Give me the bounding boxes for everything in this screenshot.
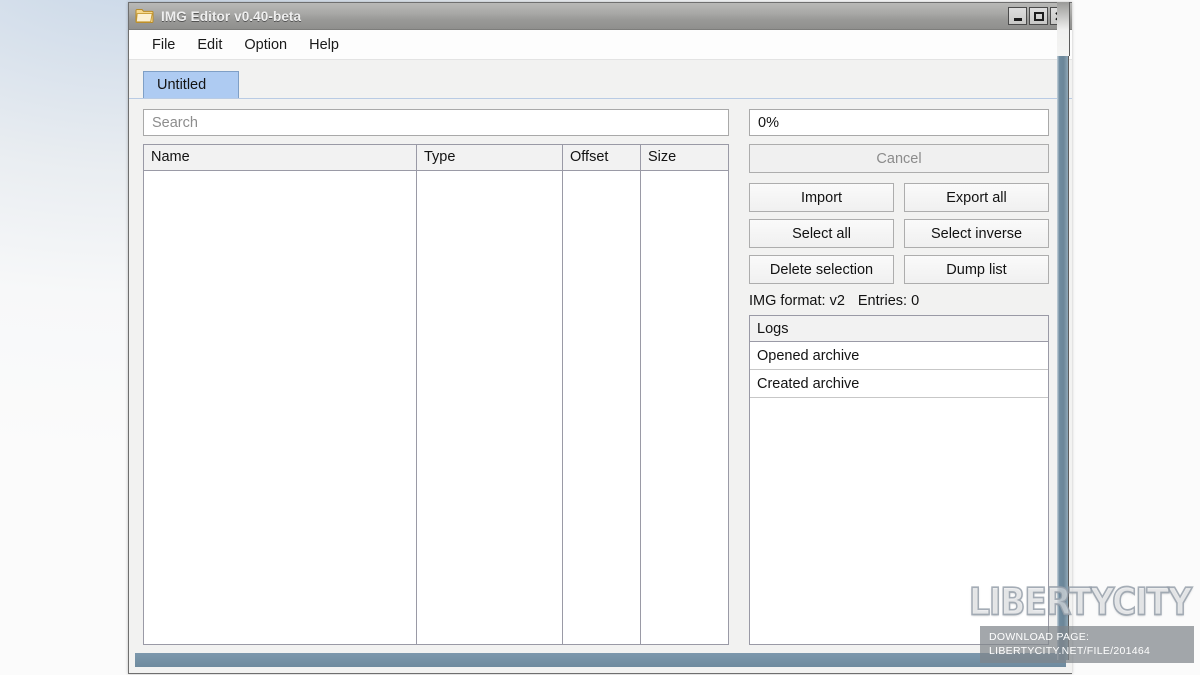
menu-item-edit[interactable]: Edit bbox=[188, 34, 231, 56]
application-window: IMG Editor v0.40-beta ✕ File Edit Option… bbox=[128, 2, 1072, 674]
table-column-type bbox=[417, 171, 563, 644]
title-bar[interactable]: IMG Editor v0.40-beta ✕ bbox=[129, 3, 1072, 30]
dump-list-button[interactable]: Dump list bbox=[904, 255, 1049, 284]
table-body-empty[interactable] bbox=[144, 171, 728, 644]
file-list-table[interactable]: Name Type Offset Size bbox=[143, 144, 729, 645]
table-header-row: Name Type Offset Size bbox=[144, 145, 728, 171]
menu-item-file[interactable]: File bbox=[143, 34, 184, 56]
column-header-name[interactable]: Name bbox=[144, 145, 417, 170]
export-all-button[interactable]: Export all bbox=[904, 183, 1049, 212]
menu-bar: File Edit Option Help bbox=[129, 30, 1072, 60]
logs-panel[interactable]: Logs Opened archive Created archive bbox=[749, 315, 1049, 645]
progress-value: 0% bbox=[758, 115, 779, 131]
search-input[interactable]: Search bbox=[143, 109, 729, 136]
maximize-button[interactable] bbox=[1029, 7, 1048, 25]
delete-selection-button[interactable]: Delete selection bbox=[749, 255, 894, 284]
archive-status: IMG format: v2 Entries: 0 bbox=[749, 293, 1049, 309]
menu-item-option[interactable]: Option bbox=[235, 34, 296, 56]
logs-header: Logs bbox=[750, 316, 1048, 342]
table-column-name bbox=[144, 171, 417, 644]
tab-label: Untitled bbox=[157, 77, 206, 93]
left-pane: Search Name Type Offset Size bbox=[143, 109, 729, 645]
column-header-offset[interactable]: Offset bbox=[563, 145, 641, 170]
status-bar bbox=[135, 653, 1066, 667]
search-placeholder: Search bbox=[152, 115, 198, 131]
cancel-button[interactable]: Cancel bbox=[749, 144, 1049, 173]
select-all-button[interactable]: Select all bbox=[749, 219, 894, 248]
table-column-offset bbox=[563, 171, 641, 644]
tab-strip: Untitled bbox=[129, 69, 1072, 99]
table-column-size bbox=[641, 171, 728, 644]
client-area: Untitled Search Name Type Offset Size bbox=[129, 60, 1072, 673]
window-title: IMG Editor v0.40-beta bbox=[161, 9, 1008, 24]
panes-container: Search Name Type Offset Size bbox=[129, 99, 1072, 645]
minimize-button[interactable] bbox=[1008, 7, 1027, 25]
window-right-edge bbox=[1057, 56, 1069, 660]
import-button[interactable]: Import bbox=[749, 183, 894, 212]
progress-field: 0% bbox=[749, 109, 1049, 136]
entries-count-label: Entries: 0 bbox=[858, 293, 919, 309]
img-format-label: IMG format: v2 bbox=[749, 293, 845, 309]
list-item[interactable]: Created archive bbox=[750, 370, 1048, 398]
menu-item-help[interactable]: Help bbox=[300, 34, 348, 56]
action-button-grid: Import Export all Select all Select inve… bbox=[749, 183, 1049, 284]
window-right-edge-top bbox=[1057, 2, 1070, 56]
column-header-type[interactable]: Type bbox=[417, 145, 563, 170]
right-pane: 0% Cancel Import Export all Select all S… bbox=[749, 109, 1049, 645]
column-header-size[interactable]: Size bbox=[641, 145, 728, 170]
select-inverse-button[interactable]: Select inverse bbox=[904, 219, 1049, 248]
folder-icon bbox=[135, 8, 154, 24]
client-bottom-padding bbox=[129, 667, 1072, 673]
logs-empty-area bbox=[750, 398, 1048, 644]
tab-untitled[interactable]: Untitled bbox=[143, 71, 239, 98]
list-item[interactable]: Opened archive bbox=[750, 342, 1048, 370]
